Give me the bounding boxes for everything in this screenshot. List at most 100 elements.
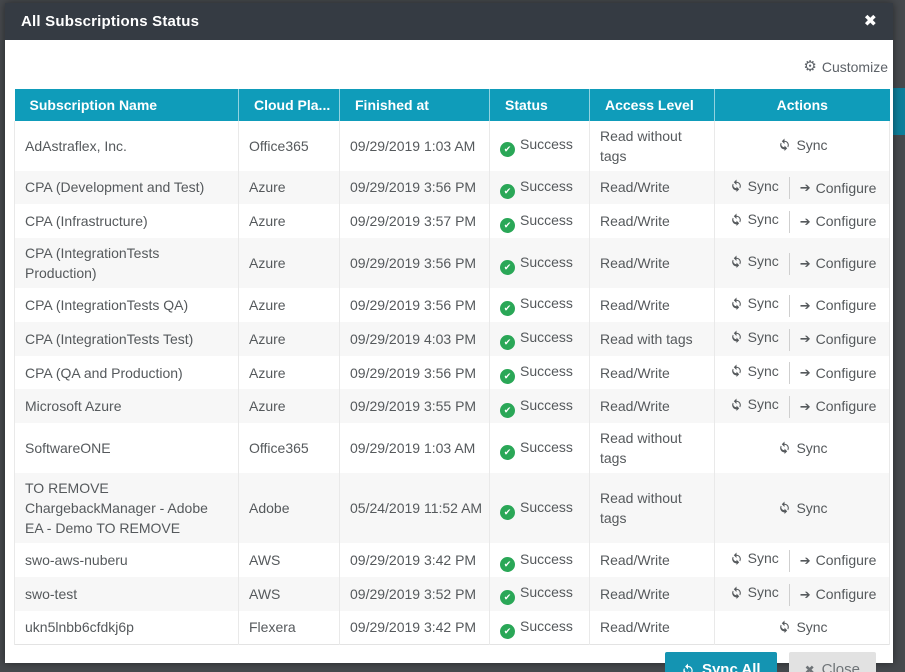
sync-action[interactable]: Sync (730, 209, 779, 229)
actions-cell: Sync (715, 423, 890, 473)
customize-row: ⚙ Customize (14, 58, 889, 75)
cloud-platform-cell: AWS (239, 543, 340, 577)
configure-label: Configure (816, 295, 877, 315)
arrow-right-icon: ➔ (800, 554, 811, 567)
status-cell: ✔Success (490, 204, 590, 238)
cloud-platform-cell: Azure (239, 288, 340, 322)
subscriptions-table: Subscription Name Cloud Pla... Finished … (14, 89, 890, 645)
cloud-platform-cell: Azure (239, 171, 340, 205)
status-label: Success (520, 178, 573, 194)
subscription-name-cell: CPA (Infrastructure) (15, 204, 239, 238)
access-level-cell: Read/Write (590, 238, 715, 288)
modal-header: All Subscriptions Status ✖ (5, 3, 893, 40)
close-label: Close (822, 661, 860, 672)
access-level-cell: Read/Write (590, 577, 715, 611)
sync-action[interactable]: Sync (778, 498, 827, 518)
subscription-name-cell: swo-aws-nuberu (15, 543, 239, 577)
arrow-right-icon: ➔ (800, 366, 811, 379)
table-row: TO REMOVE ChargebackManager - Adobe EA -… (15, 473, 890, 543)
configure-action[interactable]: ➔Configure (800, 295, 877, 315)
subscription-name-cell: CPA (IntegrationTests Production) (15, 238, 239, 288)
subscription-name-cell: CPA (IntegrationTests Test) (15, 322, 239, 356)
sync-action[interactable]: Sync (730, 548, 779, 568)
configure-action[interactable]: ➔Configure (800, 253, 877, 273)
column-header-access-level[interactable]: Access Level (590, 89, 715, 121)
sync-icon (730, 364, 743, 377)
status-label: Success (520, 397, 573, 413)
column-header-cloud-platform[interactable]: Cloud Pla... (239, 89, 340, 121)
sync-action[interactable]: Sync (778, 438, 827, 458)
cloud-platform-cell: Office365 (239, 121, 340, 171)
sync-action[interactable]: Sync (778, 617, 827, 637)
action-divider (789, 329, 790, 351)
success-check-icon: ✔ (500, 590, 515, 605)
status-cell: ✔Success (490, 288, 590, 322)
configure-label: Configure (816, 550, 877, 570)
sync-icon (778, 501, 791, 514)
configure-action[interactable]: ➔Configure (800, 584, 877, 604)
finished-at-cell: 09/29/2019 4:03 PM (340, 322, 490, 356)
sync-action[interactable]: Sync (730, 582, 779, 602)
column-header-subscription-name[interactable]: Subscription Name (15, 89, 239, 121)
action-divider (789, 362, 790, 384)
success-check-icon: ✔ (500, 505, 515, 520)
table-row: ukn5lnbb6cfdkj6p Flexera 09/29/2019 3:42… (15, 611, 890, 645)
status-label: Success (520, 254, 573, 270)
actions-cell: Sync ➔Configure (715, 322, 890, 356)
finished-at-cell: 09/29/2019 1:03 AM (340, 423, 490, 473)
action-divider (789, 253, 790, 275)
actions-cell: Sync ➔ Configure (715, 543, 890, 577)
sync-action[interactable]: Sync (730, 251, 779, 271)
sync-action[interactable]: Sync (778, 135, 827, 155)
subscription-name-cell: CPA (IntegrationTests QA) (15, 288, 239, 322)
status-label: Success (520, 584, 573, 600)
sync-icon (778, 138, 791, 151)
arrow-right-icon: ➔ (800, 181, 811, 194)
sync-icon (778, 441, 791, 454)
actions-cell: Sync (715, 611, 890, 645)
sync-action[interactable]: Sync (730, 361, 779, 381)
access-level-cell: Read/Write (590, 204, 715, 238)
sync-all-label: Sync All (702, 661, 761, 672)
column-header-actions: Actions (715, 89, 890, 121)
sync-label: Sync (748, 361, 779, 381)
table-row: swo-aws-nuberu AWS 09/29/2019 3:42 PM ✔S… (15, 543, 890, 577)
close-icon[interactable]: ✖ (864, 14, 877, 30)
finished-at-cell: 09/29/2019 3:56 PM (340, 356, 490, 390)
status-label: Success (520, 551, 573, 567)
close-button[interactable]: ✖ Close (789, 652, 876, 672)
subscription-name-cell: CPA (Development and Test) (15, 171, 239, 205)
customize-button[interactable]: ⚙ Customize (803, 59, 888, 75)
actions-cell: Sync ➔Configure (715, 204, 890, 238)
status-label: Success (520, 136, 573, 152)
configure-label: Configure (816, 178, 877, 198)
configure-action[interactable]: ➔Configure (800, 211, 877, 231)
sync-action[interactable]: Sync (730, 327, 779, 347)
column-header-status[interactable]: Status (490, 89, 590, 121)
arrow-right-icon: ➔ (800, 332, 811, 345)
configure-action[interactable]: ➔Configure (800, 363, 877, 383)
sync-all-button[interactable]: Sync All (665, 652, 777, 672)
sync-action[interactable]: Sync (730, 394, 779, 414)
sync-action[interactable]: Sync (730, 176, 779, 196)
sync-icon (730, 398, 743, 411)
configure-action[interactable]: ➔ Configure (800, 178, 877, 198)
action-divider (789, 550, 790, 572)
table-row: AdAstraflex, Inc. Office365 09/29/2019 1… (15, 121, 890, 171)
sync-action[interactable]: Sync (730, 293, 779, 313)
access-level-cell: Read without tags (590, 423, 715, 473)
column-header-finished-at[interactable]: Finished at (340, 89, 490, 121)
sync-label: Sync (748, 209, 779, 229)
sync-icon (730, 297, 743, 310)
sync-label: Sync (748, 582, 779, 602)
configure-action[interactable]: ➔Configure (800, 329, 877, 349)
arrow-right-icon: ➔ (800, 400, 811, 413)
close-x-icon: ✖ (805, 663, 815, 672)
table-header-row: Subscription Name Cloud Pla... Finished … (15, 89, 890, 121)
all-subscriptions-status-modal: All Subscriptions Status ✖ ⚙ Customize S… (5, 3, 893, 663)
finished-at-cell: 09/29/2019 3:56 PM (340, 238, 490, 288)
table-row: CPA (Infrastructure) Azure 09/29/2019 3:… (15, 204, 890, 238)
configure-action[interactable]: ➔ Configure (800, 550, 877, 570)
configure-action[interactable]: ➔Configure (800, 396, 877, 416)
actions-cell: Sync ➔Configure (715, 356, 890, 390)
